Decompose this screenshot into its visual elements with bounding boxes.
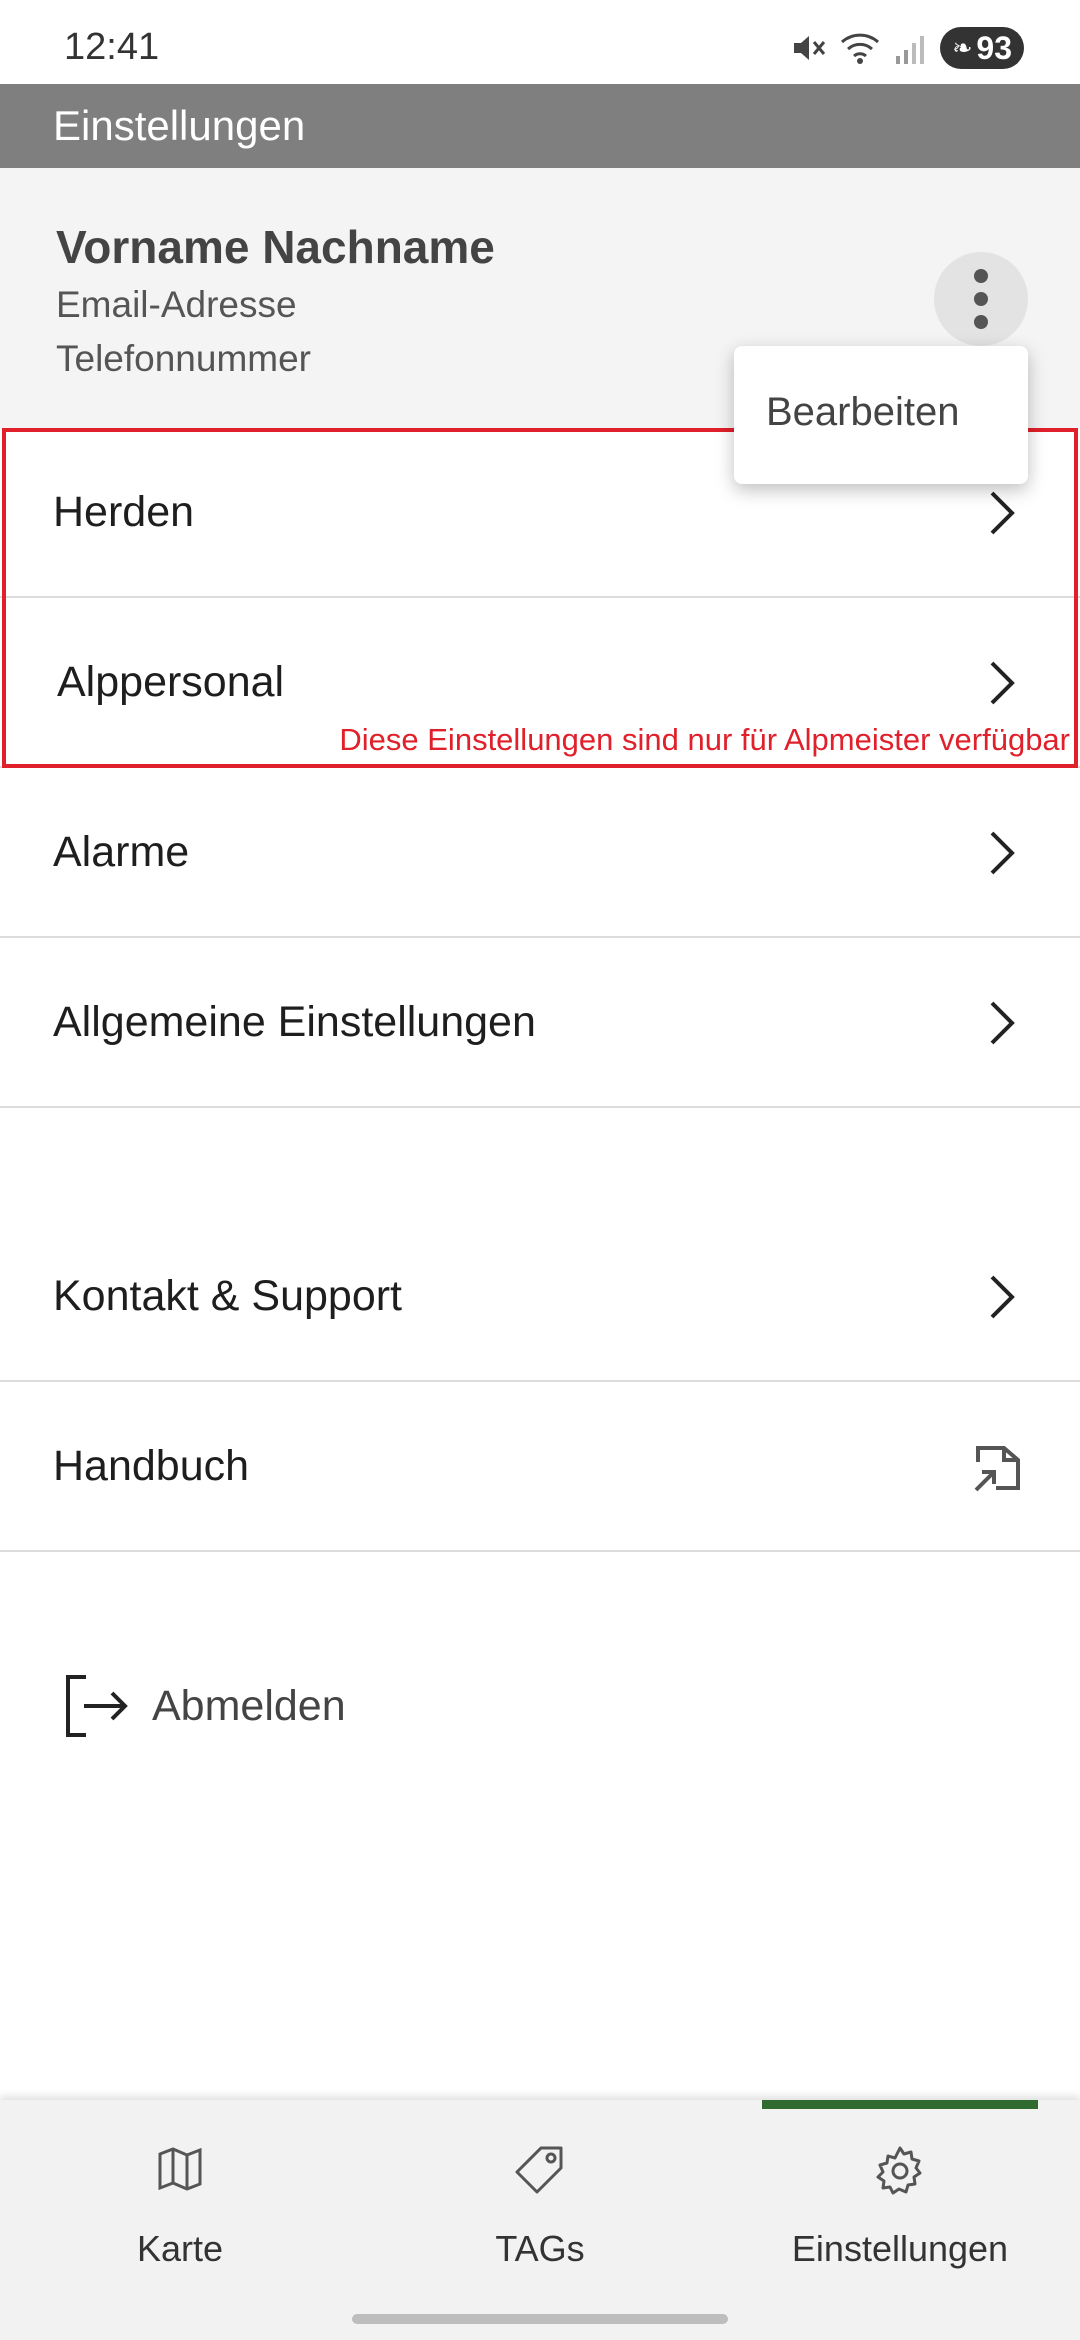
more-dot-icon xyxy=(974,269,988,283)
menu-item-label: Alppersonal xyxy=(57,658,285,706)
admin-only-note: Diese Einstellungen sind nur für Alpmeis… xyxy=(339,722,1070,757)
nav-tab-label: Karte xyxy=(136,2228,224,2269)
tag-icon xyxy=(515,2146,563,2194)
nav-tab-map[interactable]: Karte xyxy=(0,2100,360,2300)
menu-item-label: Allgemeine Einstellungen xyxy=(53,998,536,1046)
nav-tab-settings[interactable]: Einstellungen xyxy=(720,2100,1080,2300)
chevron-right-icon xyxy=(990,1275,1015,1319)
more-options-button[interactable] xyxy=(934,252,1028,346)
external-link-icon xyxy=(974,1446,1020,1492)
map-icon xyxy=(158,2147,202,2191)
signal-icon xyxy=(896,36,925,64)
more-dot-icon xyxy=(974,292,988,306)
battery-level: 93 xyxy=(976,29,1012,66)
logout-icon xyxy=(66,1675,128,1737)
chevron-right-icon xyxy=(990,661,1015,705)
logout-button[interactable]: Abmelden xyxy=(60,1666,346,1746)
nav-tab-tags[interactable]: TAGs xyxy=(360,2100,720,2300)
wifi-icon xyxy=(841,33,880,64)
menu-item-manual[interactable]: Handbuch xyxy=(0,1382,1080,1552)
menu-item-contact-support[interactable]: Kontakt & Support xyxy=(0,1212,1080,1382)
mute-icon xyxy=(794,36,826,60)
status-icons: ❧ 93 xyxy=(790,26,1024,70)
menu-item-label: Handbuch xyxy=(53,1442,250,1490)
battery-indicator: ❧ 93 xyxy=(940,27,1024,69)
status-bar: 12:41 ❧ 93 xyxy=(0,0,1080,84)
nav-tab-label: Einstellungen xyxy=(791,2228,1009,2269)
edit-menu-item[interactable]: Bearbeiten xyxy=(766,390,959,435)
app-bar: Einstellungen xyxy=(0,84,1080,168)
chevron-right-icon xyxy=(990,491,1015,535)
more-dot-icon xyxy=(974,315,988,329)
page-title: Einstellungen xyxy=(53,102,306,149)
logout-label: Abmelden xyxy=(152,1681,346,1730)
profile-email: Email-Adresse xyxy=(56,284,297,325)
options-popup-menu: Bearbeiten xyxy=(734,346,1028,484)
home-indicator[interactable] xyxy=(352,2314,728,2324)
menu-item-label: Kontakt & Support xyxy=(53,1272,402,1320)
menu-item-label: Alarme xyxy=(53,828,190,876)
menu-item-label: Herden xyxy=(53,488,195,536)
bottom-navigation: Karte TAGs Einstellungen xyxy=(0,2100,1080,2340)
profile-phone: Telefonnummer xyxy=(56,338,312,379)
gear-icon xyxy=(876,2146,922,2195)
chevron-right-icon xyxy=(990,1001,1015,1045)
menu-item-alarms[interactable]: Alarme xyxy=(0,768,1080,938)
status-time: 12:41 xyxy=(64,26,160,68)
nav-tab-label: TAGs xyxy=(495,2228,585,2269)
profile-name: Vorname Nachname xyxy=(56,221,495,273)
menu-item-general-settings[interactable]: Allgemeine Einstellungen xyxy=(0,938,1080,1108)
leaf-icon: ❧ xyxy=(952,34,973,62)
chevron-right-icon xyxy=(990,831,1015,875)
